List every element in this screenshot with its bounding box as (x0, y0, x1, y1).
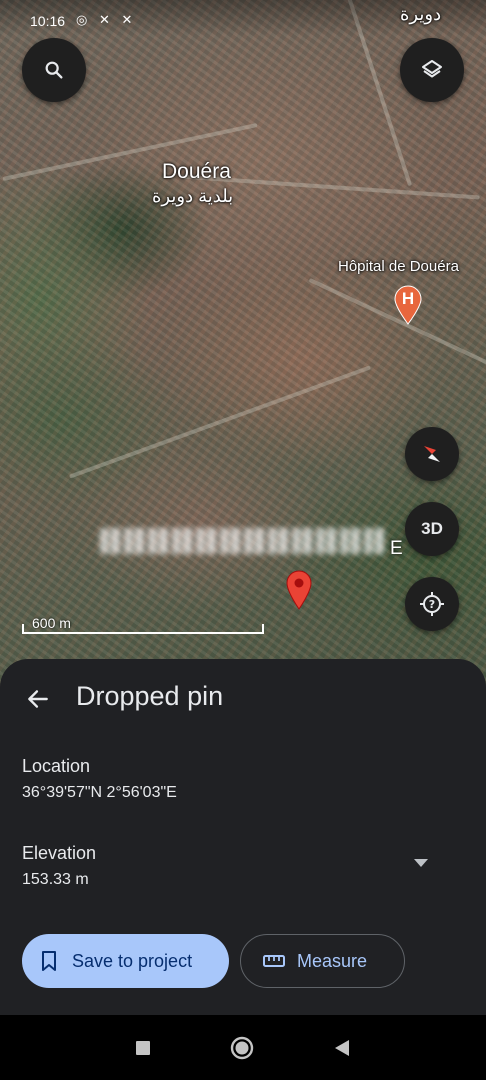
map-pin-icon (286, 570, 312, 610)
compass-button[interactable] (405, 427, 459, 481)
location-label: Location (22, 756, 91, 776)
measure-label: Measure (297, 950, 368, 971)
dropped-pin-marker[interactable] (285, 570, 313, 610)
elevation-value: 153.33 m (22, 871, 89, 888)
3d-label: 3D (421, 519, 443, 538)
ruler-icon (263, 955, 285, 967)
recents-button[interactable] (130, 1035, 156, 1061)
dropped-pin-sheet: Dropped pin Location 36°39'57"N 2°56'03"… (0, 659, 486, 1015)
hospital-pin[interactable]: H (393, 285, 423, 325)
back-nav-button[interactable] (329, 1035, 355, 1061)
map-label-arabic-top: دويرة (400, 4, 442, 24)
bookmark-icon (42, 951, 56, 971)
circle-icon (230, 1036, 254, 1060)
status-time: 10:16 (30, 13, 66, 29)
square-icon (136, 1041, 150, 1055)
dropdown-arrow-icon (414, 859, 428, 867)
save-to-project-label: Save to project (72, 950, 193, 971)
map-label-hospital: Hôpital de Douéra (338, 258, 459, 275)
sheet-title: Dropped pin (76, 681, 224, 711)
home-button[interactable] (229, 1035, 255, 1061)
svg-text:?: ? (429, 598, 435, 611)
status-notification-icons: ◎ ✕ ✕ (76, 12, 137, 27)
compass-icon (424, 446, 440, 462)
layers-button[interactable] (400, 38, 464, 102)
map-label-city: Douéra (162, 160, 231, 183)
my-location-button[interactable]: ? (405, 577, 459, 631)
measure-button[interactable]: Measure (240, 934, 405, 988)
map-label-city-arabic: بلدية دويرة (152, 186, 234, 206)
back-arrow-icon (28, 690, 48, 708)
coordinates-overlay-suffix: E (390, 538, 403, 559)
location-value: 36°39'57"N 2°56'03"E (22, 784, 177, 801)
my-location-icon: ? (420, 592, 444, 616)
map-scale-bar (22, 624, 264, 634)
layers-icon (422, 60, 442, 78)
back-button[interactable] (18, 679, 58, 719)
satellite-map[interactable]: 10:16 ◎ ✕ ✕ دويرة Douéra بلدية دويرة Hôp… (0, 0, 486, 700)
system-navigation-bar (0, 1015, 486, 1080)
hospital-pin-letter: H (401, 289, 415, 308)
save-to-project-button[interactable]: Save to project (22, 934, 229, 988)
coordinates-overlay-blurred (100, 528, 386, 554)
expand-details-button[interactable] (406, 851, 436, 875)
elevation-label: Elevation (22, 843, 97, 863)
search-button[interactable] (22, 38, 86, 102)
triangle-back-icon (335, 1040, 349, 1056)
search-icon (45, 61, 63, 79)
3d-toggle-button[interactable]: 3D (405, 502, 459, 556)
